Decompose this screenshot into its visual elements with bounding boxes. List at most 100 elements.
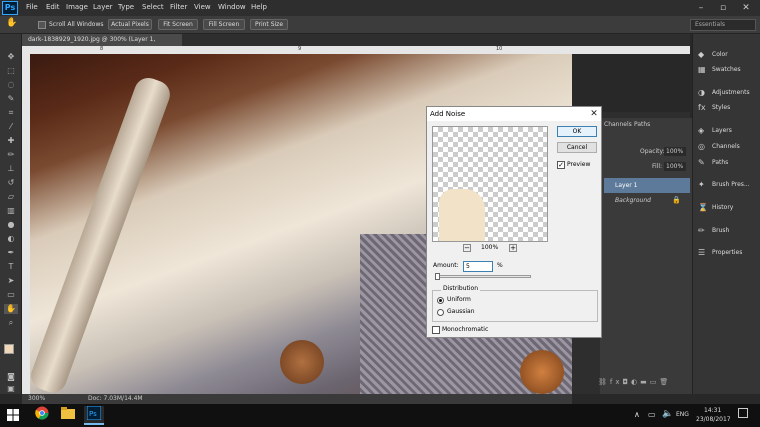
- scroll-all-checkbox[interactable]: [38, 21, 46, 29]
- dock-layers[interactable]: ◈ Layers: [696, 124, 758, 138]
- language-indicator[interactable]: ENG: [676, 411, 689, 418]
- dock-adjustments[interactable]: ◑ Adjustments: [696, 86, 758, 100]
- menu-select[interactable]: Select: [142, 3, 164, 11]
- gaussian-label: Gaussian: [447, 308, 475, 315]
- file-explorer-icon[interactable]: [58, 406, 78, 425]
- menu-image[interactable]: Image: [66, 3, 88, 11]
- hand-icon[interactable]: ✋: [4, 304, 18, 314]
- ruler-left: [22, 54, 30, 394]
- layer-actions-icon[interactable]: ⛓fx◘◐▬▭🗑: [598, 378, 688, 388]
- lasso-tool-icon[interactable]: ◌: [4, 80, 18, 90]
- tab-paths[interactable]: Paths: [634, 121, 650, 128]
- zoom-in-icon[interactable]: +: [509, 244, 517, 252]
- dock-properties[interactable]: ☰ Properties: [696, 246, 758, 260]
- crop-tool-icon[interactable]: ⌗: [4, 108, 18, 118]
- shape-tool-icon[interactable]: ▭: [4, 290, 18, 300]
- dock-channels[interactable]: ◎ Channels: [696, 140, 758, 154]
- ok-button[interactable]: OK: [557, 126, 597, 137]
- marquee-tool-icon[interactable]: ⬚: [4, 66, 18, 76]
- notifications-icon[interactable]: [738, 408, 748, 418]
- brush-icon: ✏: [698, 226, 705, 235]
- gaussian-radio[interactable]: [437, 309, 444, 316]
- zoom-out-icon[interactable]: −: [463, 244, 471, 252]
- uniform-radio[interactable]: [437, 297, 444, 304]
- dock-brush-presets[interactable]: ✦ Brush Pres...: [696, 178, 758, 192]
- healing-brush-icon[interactable]: ✚: [4, 136, 18, 146]
- eraser-tool-icon[interactable]: ▱: [4, 192, 18, 202]
- amount-slider-thumb[interactable]: [435, 273, 440, 280]
- dialog-title: Add Noise: [427, 107, 601, 121]
- scroll-all-label: Scroll All Windows: [49, 21, 104, 28]
- channels-icon: ◎: [698, 142, 705, 151]
- history-brush-icon[interactable]: ↺: [4, 178, 18, 188]
- preview-checkbox[interactable]: ✓: [557, 161, 565, 169]
- type-tool-icon[interactable]: T: [4, 262, 18, 272]
- print-size-button[interactable]: Print Size: [250, 19, 288, 30]
- monochromatic-label: Monochromatic: [442, 326, 489, 333]
- dock-color[interactable]: ◆ Color: [696, 48, 758, 62]
- screen-mode-icon[interactable]: ▣: [4, 384, 18, 394]
- dock-paths[interactable]: ✎ Paths: [696, 156, 758, 170]
- cancel-button[interactable]: Cancel: [557, 142, 597, 153]
- fill-screen-button[interactable]: Fill Screen: [203, 19, 245, 30]
- dock-brush[interactable]: ✏ Brush: [696, 224, 758, 238]
- eyedropper-icon[interactable]: ⁄: [4, 122, 18, 132]
- move-tool-icon[interactable]: ✥: [4, 52, 18, 62]
- svg-text:Ps: Ps: [89, 410, 97, 418]
- opacity-input[interactable]: 100%: [664, 147, 686, 156]
- ruler-top: [22, 46, 690, 54]
- pen-tool-icon[interactable]: ✒: [4, 248, 18, 258]
- dodge-tool-icon[interactable]: ◐: [4, 234, 18, 244]
- menu-filter[interactable]: Filter: [170, 3, 187, 11]
- monochromatic-checkbox[interactable]: [432, 326, 440, 334]
- tab-bar: [182, 34, 690, 46]
- menu-type[interactable]: Type: [118, 3, 134, 11]
- tab-channels[interactable]: Channels: [604, 121, 632, 128]
- amount-label: Amount:: [433, 262, 459, 269]
- path-select-icon[interactable]: ➤: [4, 276, 18, 286]
- volume-icon[interactable]: 🔈: [662, 409, 673, 419]
- menu-help[interactable]: Help: [251, 3, 267, 11]
- properties-icon: ☰: [698, 248, 706, 257]
- stamp-tool-icon[interactable]: ⊥: [4, 164, 18, 174]
- hand-tool-icon[interactable]: ✋: [6, 18, 17, 28]
- close-icon[interactable]: ✕: [735, 1, 757, 15]
- quick-mask-icon[interactable]: ◙: [4, 372, 18, 382]
- fill-input[interactable]: 100%: [664, 162, 686, 171]
- adjustments-icon: ◑: [698, 88, 705, 97]
- tray-chevron-icon[interactable]: ∧: [634, 410, 640, 419]
- actual-pixels-button[interactable]: Actual Pixels: [108, 19, 152, 30]
- dialog-close-icon[interactable]: ✕: [587, 107, 601, 121]
- styles-icon: fx: [698, 103, 706, 112]
- zoom-tool-icon[interactable]: ⌕: [4, 318, 18, 328]
- menu-file[interactable]: File: [26, 3, 38, 11]
- photoshop-taskbar-icon[interactable]: Ps: [84, 405, 104, 425]
- clock-date[interactable]: 23/08/2017: [696, 416, 731, 423]
- layers-panel: [600, 118, 692, 394]
- filter-preview[interactable]: [432, 126, 548, 242]
- minimize-icon[interactable]: –: [690, 1, 712, 15]
- windows-start-icon[interactable]: [6, 408, 20, 422]
- quick-select-icon[interactable]: ✎: [4, 94, 18, 104]
- dock-swatches[interactable]: ▦ Swatches: [696, 63, 758, 77]
- workspace-select[interactable]: Essentials: [690, 19, 756, 31]
- menu-layer[interactable]: Layer: [93, 3, 113, 11]
- foreground-color-swatch[interactable]: [4, 344, 14, 354]
- fit-screen-button[interactable]: Fit Screen: [158, 19, 198, 30]
- blur-tool-icon[interactable]: ●: [4, 220, 18, 230]
- menu-edit[interactable]: Edit: [46, 3, 60, 11]
- dock-history[interactable]: ⌛ History: [696, 201, 758, 215]
- gradient-tool-icon[interactable]: ▥: [4, 206, 18, 216]
- dock-styles[interactable]: fx Styles: [696, 101, 758, 115]
- menu-view[interactable]: View: [194, 3, 211, 11]
- amount-input[interactable]: [463, 261, 493, 272]
- brush-tool-icon[interactable]: ✏: [4, 150, 18, 160]
- clock-time[interactable]: 14:31: [704, 407, 721, 414]
- amount-slider[interactable]: [435, 275, 531, 278]
- chrome-icon[interactable]: [32, 406, 52, 425]
- maximize-icon[interactable]: ▫: [712, 1, 734, 15]
- document-tab[interactable]: dark-1838929_1920.jpg @ 300% (Layer 1, R…: [22, 34, 182, 55]
- menu-window[interactable]: Window: [218, 3, 246, 11]
- taskbar: [0, 404, 760, 427]
- network-icon[interactable]: ▭: [648, 410, 656, 419]
